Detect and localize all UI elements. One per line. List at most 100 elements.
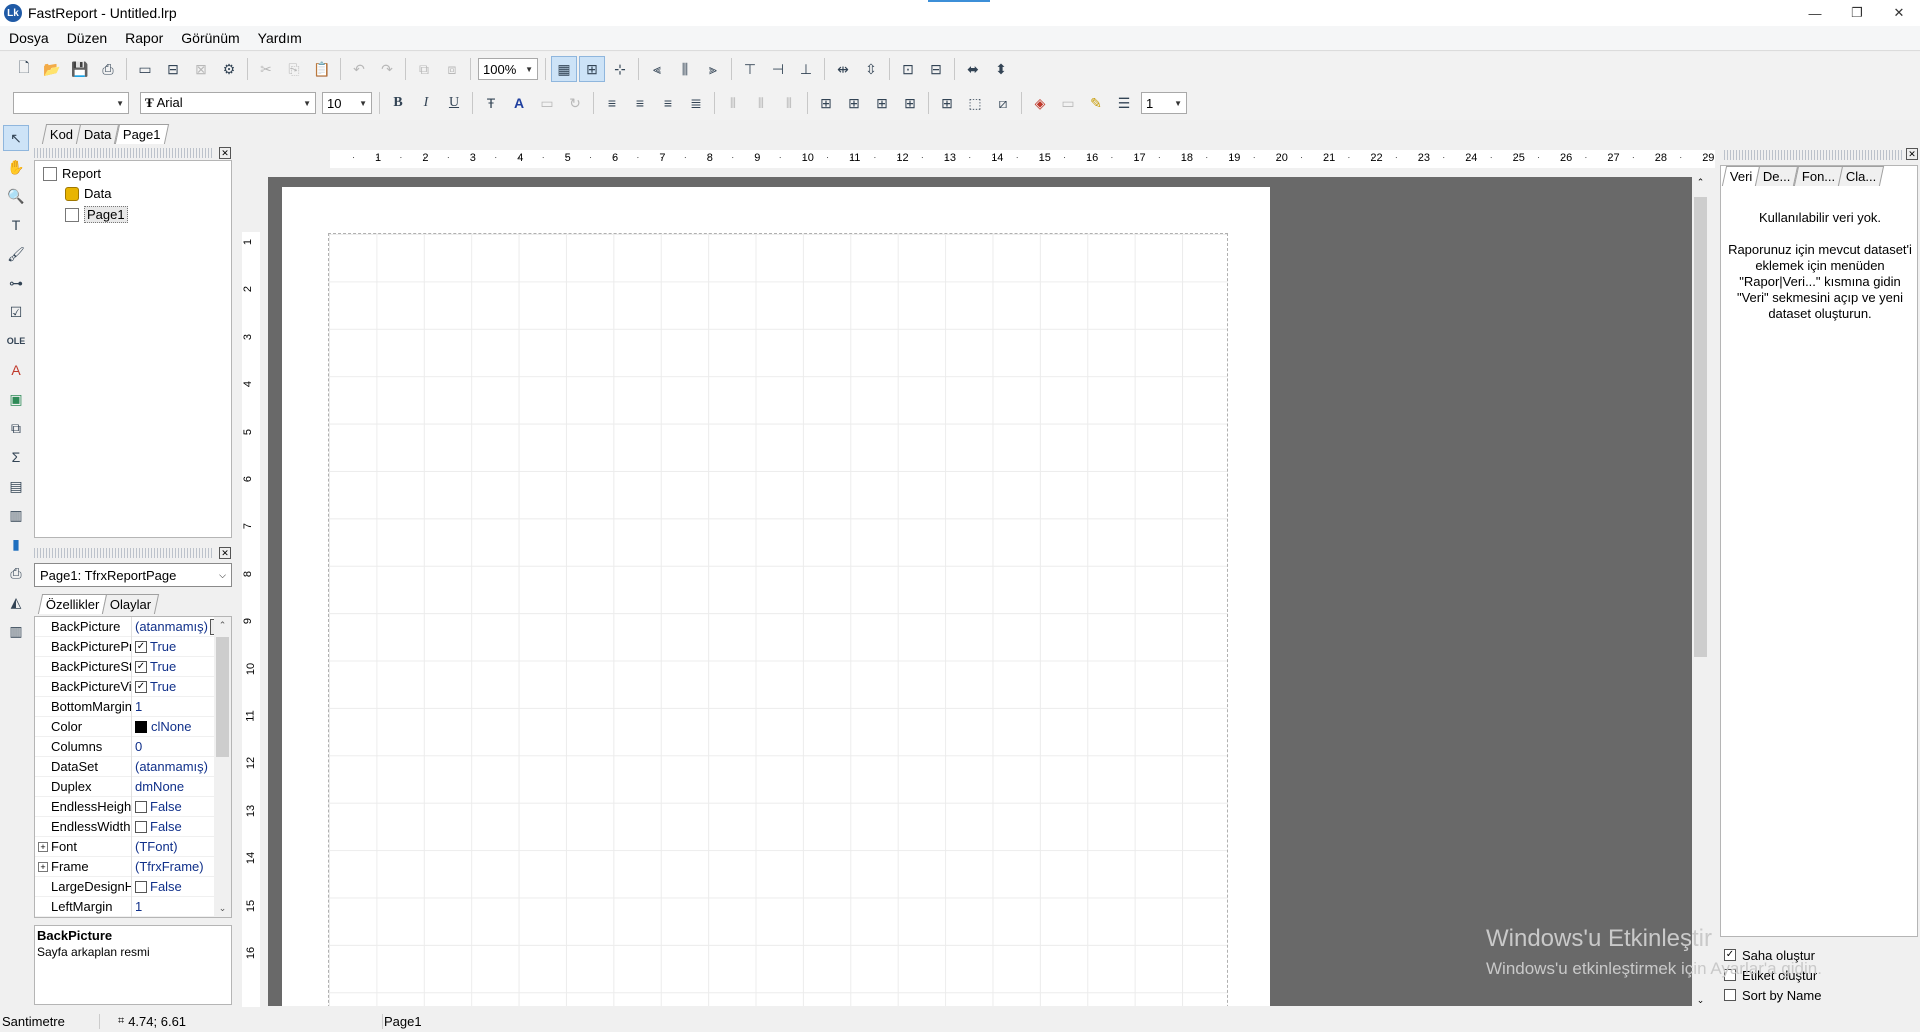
property-checkbox[interactable] bbox=[135, 800, 147, 813]
highlight-icon[interactable]: ▭ bbox=[534, 90, 560, 116]
property-value[interactable]: dmNone bbox=[132, 779, 184, 794]
group-icon[interactable]: ⧉ bbox=[411, 56, 437, 82]
delete-page-icon[interactable]: ⊠ bbox=[188, 56, 214, 82]
italic-button[interactable]: I bbox=[413, 90, 439, 116]
property-row[interactable]: EndlessWidth False bbox=[35, 816, 231, 837]
option-checkbox[interactable]: Sort by Name bbox=[1724, 985, 1821, 1005]
chart-object-icon[interactable]: ▮ bbox=[3, 531, 29, 557]
tab-cla[interactable]: Cla... bbox=[1837, 166, 1885, 186]
paste-icon[interactable]: 📋 bbox=[309, 56, 335, 82]
barcode-object-icon[interactable]: ▥ bbox=[3, 618, 29, 644]
ole-object-icon[interactable]: OLE bbox=[3, 328, 29, 354]
same-width-icon[interactable]: ⬌ bbox=[960, 56, 986, 82]
property-value[interactable]: ✓ True bbox=[132, 679, 176, 694]
property-row[interactable]: BackPicture(atanmamış)… bbox=[35, 617, 231, 637]
workspace-scroll-down-icon[interactable]: ⌄ bbox=[1692, 995, 1709, 1006]
valign-bottom-icon[interactable]: ⦀ bbox=[776, 90, 802, 116]
center-vertical-icon[interactable]: ⊟ bbox=[923, 56, 949, 82]
bold-button[interactable]: B bbox=[385, 90, 411, 116]
rotation-icon[interactable]: ↻ bbox=[562, 90, 588, 116]
text-tool-icon[interactable]: T bbox=[3, 212, 29, 238]
font-name-select[interactable]: Ŧ Arial ▼ bbox=[140, 92, 316, 114]
restore-button[interactable]: ❐ bbox=[1836, 0, 1878, 26]
page-print-area[interactable] bbox=[328, 233, 1228, 1006]
save-icon[interactable]: 💾 bbox=[67, 56, 93, 82]
property-row[interactable]: Color clNone bbox=[35, 716, 231, 737]
new-dialog-icon[interactable]: ⊟ bbox=[160, 56, 186, 82]
crosstab-object-icon[interactable]: ▤ bbox=[3, 473, 29, 499]
redo-icon[interactable]: ↷ bbox=[374, 56, 400, 82]
fit-to-grid-icon[interactable]: ⊹ bbox=[607, 56, 633, 82]
text-align-justify-icon[interactable]: ≣ bbox=[683, 90, 709, 116]
workspace-scroll-up-icon[interactable]: ⌃ bbox=[1692, 177, 1709, 188]
show-grid-icon[interactable]: ▦ bbox=[551, 56, 577, 82]
band-insert-icon[interactable]: ⊶ bbox=[3, 270, 29, 296]
property-row[interactable]: LargeDesignHeightFalse bbox=[35, 876, 231, 897]
space-horizontal-icon[interactable]: ⇹ bbox=[830, 56, 856, 82]
property-value[interactable]: (TFont) bbox=[132, 839, 178, 854]
workspace-scrollbar[interactable]: ⌃ ⌄ bbox=[1692, 177, 1709, 1006]
new-report-icon[interactable]: 🗋 bbox=[11, 56, 37, 82]
tab-ozellikler[interactable]: Özellikler bbox=[37, 594, 108, 614]
frame-bottom-icon[interactable]: ⊞ bbox=[841, 90, 867, 116]
property-value[interactable]: (TfrxFrame) bbox=[132, 859, 204, 874]
property-value[interactable]: False bbox=[132, 799, 182, 814]
format-copy-icon[interactable]: 🖌 bbox=[3, 241, 29, 267]
open-icon[interactable]: 📂 bbox=[39, 56, 65, 82]
frame-style-icon[interactable]: ☰ bbox=[1111, 90, 1137, 116]
same-height-icon[interactable]: ⬍ bbox=[988, 56, 1014, 82]
property-scroll-thumb[interactable] bbox=[216, 637, 229, 757]
inspector-panel-close-icon[interactable]: ✕ bbox=[219, 547, 231, 559]
align-right-edges-icon[interactable]: ⫸ bbox=[700, 56, 726, 82]
align-left-edges-icon[interactable]: ⫷ bbox=[644, 56, 670, 82]
property-checkbox[interactable]: ✓ bbox=[135, 640, 147, 653]
sum-object-icon[interactable]: Σ bbox=[3, 444, 29, 470]
checkbox-object-icon[interactable]: ☑ bbox=[3, 299, 29, 325]
frame-left-icon[interactable]: ⊞ bbox=[869, 90, 895, 116]
property-value[interactable]: ✓ True bbox=[132, 639, 176, 654]
tab-fon[interactable]: Fon... bbox=[1793, 166, 1844, 186]
property-checkbox[interactable] bbox=[135, 820, 147, 833]
frame-edit-icon[interactable]: ⧄ bbox=[990, 90, 1016, 116]
frame-right-icon[interactable]: ⊞ bbox=[897, 90, 923, 116]
shape-object-icon[interactable]: ◭ bbox=[3, 589, 29, 615]
ungroup-icon[interactable]: ⧈ bbox=[439, 56, 465, 82]
new-page-icon[interactable]: ▭ bbox=[132, 56, 158, 82]
checkbox-icon[interactable] bbox=[1724, 989, 1736, 1001]
page-settings-icon[interactable]: ⚙ bbox=[216, 56, 242, 82]
frame-top-icon[interactable]: ⊞ bbox=[813, 90, 839, 116]
text-align-left-icon[interactable]: ≡ bbox=[599, 90, 625, 116]
fill-style-icon[interactable]: ▭ bbox=[1055, 90, 1081, 116]
property-value[interactable]: False bbox=[132, 879, 182, 894]
property-value[interactable]: (atanmamış) bbox=[132, 759, 208, 774]
property-value[interactable]: 1 bbox=[132, 699, 142, 714]
align-to-grid-icon[interactable]: ⊞ bbox=[579, 56, 605, 82]
menu-dosya[interactable]: Dosya bbox=[0, 30, 58, 46]
font-size-select[interactable]: 10 ▼ bbox=[322, 92, 372, 114]
property-value[interactable]: 1 bbox=[132, 899, 142, 914]
richtext-object-icon[interactable]: A bbox=[3, 357, 29, 383]
dbcrosstab-object-icon[interactable]: ▥ bbox=[3, 502, 29, 528]
subreport-object-icon[interactable]: ⧉ bbox=[3, 415, 29, 441]
menu-gorunum[interactable]: Görünüm bbox=[172, 30, 248, 46]
property-row[interactable]: Columns 0 bbox=[35, 736, 231, 757]
tab-page1[interactable]: Page1 bbox=[114, 124, 169, 144]
option-checkbox[interactable]: ✓ Saha oluştur bbox=[1724, 945, 1821, 965]
valign-top-icon[interactable]: ⦀ bbox=[720, 90, 746, 116]
tree-node-page1[interactable]: Page1 bbox=[65, 206, 128, 223]
tree-node-data[interactable]: Data bbox=[65, 186, 111, 201]
report-page[interactable] bbox=[282, 187, 1270, 1006]
tab-olaylar[interactable]: Olaylar bbox=[102, 594, 160, 614]
gradient-object-icon[interactable]: ⎙ bbox=[3, 560, 29, 586]
text-align-center-icon[interactable]: ≡ bbox=[627, 90, 653, 116]
copy-icon[interactable]: ⎘ bbox=[281, 56, 307, 82]
property-value[interactable]: clNone bbox=[132, 719, 191, 734]
expand-icon[interactable]: + bbox=[38, 861, 48, 872]
hand-tool-icon[interactable]: ✋ bbox=[3, 154, 29, 180]
property-row[interactable]: BottomMargin 1 bbox=[35, 696, 231, 717]
valign-center-icon[interactable]: ⦀ bbox=[748, 90, 774, 116]
property-scrollbar[interactable]: ⌃ ⌄ bbox=[214, 617, 231, 917]
center-horizontal-icon[interactable]: ⊡ bbox=[895, 56, 921, 82]
scroll-down-icon[interactable]: ⌄ bbox=[214, 900, 231, 917]
style-select[interactable]: ▼ bbox=[13, 92, 129, 114]
